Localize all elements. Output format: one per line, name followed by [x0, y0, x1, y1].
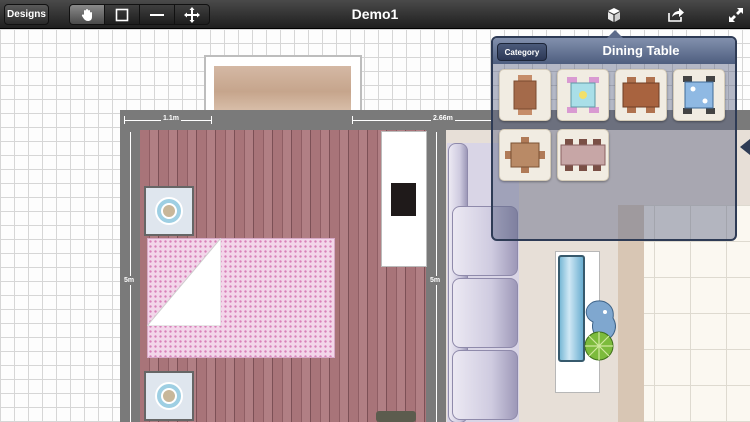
- dimension-label: 5m: [124, 276, 135, 285]
- share-button[interactable]: [666, 5, 686, 25]
- dimension-tick: [352, 116, 353, 124]
- rectangle-icon: [115, 8, 129, 21]
- dining-table-item[interactable]: [615, 69, 667, 121]
- popover-header: Category Dining Table: [493, 38, 735, 64]
- line-icon: [150, 13, 164, 16]
- dining-table-round-icon: [505, 137, 545, 173]
- bed-fold-corner: [147, 238, 221, 326]
- top-toolbar: Designs Demo1: [0, 0, 750, 29]
- share-icon: [668, 8, 684, 22]
- fullscreen-button[interactable]: [726, 5, 746, 25]
- dimension-tick: [124, 116, 125, 124]
- cube-icon: [608, 8, 620, 22]
- fullscreen-icon: [729, 8, 743, 22]
- sofa-cushion: [452, 278, 518, 348]
- dimension-label: 1.1m: [161, 115, 181, 122]
- dimension-line: [352, 120, 492, 121]
- dining-table-item[interactable]: [499, 129, 551, 181]
- 3d-view-button[interactable]: [604, 5, 624, 25]
- sofa-cushion: [452, 350, 518, 420]
- popover-title: Dining Table: [602, 43, 680, 58]
- dining-table-4-seat-icon: [513, 75, 537, 115]
- category-button[interactable]: Category: [497, 43, 547, 61]
- rectangle-tool-button[interactable]: [105, 5, 140, 24]
- plant-decor[interactable]: [575, 298, 623, 362]
- nightstand-lamp[interactable]: [144, 371, 194, 421]
- move-icon: [184, 6, 200, 23]
- dining-table-item[interactable]: [673, 69, 725, 121]
- line-tool-button[interactable]: [140, 5, 175, 24]
- hand-icon: [81, 8, 92, 21]
- dining-table-item[interactable]: [557, 129, 609, 181]
- dimension-label: 5m: [430, 276, 441, 285]
- dining-table-item[interactable]: [557, 69, 609, 121]
- designs-button[interactable]: Designs: [4, 4, 49, 25]
- dining-table-blue-icon: [683, 76, 715, 114]
- dimension-tick: [211, 116, 212, 124]
- dining-table-long-icon: [560, 139, 606, 171]
- tool-segmented-control: [69, 4, 210, 25]
- dining-table-6-seat-icon: [622, 77, 660, 113]
- furniture-popover: Category Dining Table: [491, 30, 737, 241]
- tv-unit[interactable]: [391, 183, 416, 216]
- hand-tool-button[interactable]: [70, 5, 105, 24]
- collapse-arrow-icon[interactable]: [740, 139, 750, 155]
- nightstand-lamp[interactable]: [144, 186, 194, 236]
- move-tool-button[interactable]: [175, 5, 209, 24]
- dining-table-item[interactable]: [499, 69, 551, 121]
- popover-arrow: [607, 30, 623, 38]
- floor-object[interactable]: [376, 411, 416, 422]
- dimension-label: 2.66m: [431, 115, 455, 122]
- dining-table-glass-icon: [567, 77, 599, 113]
